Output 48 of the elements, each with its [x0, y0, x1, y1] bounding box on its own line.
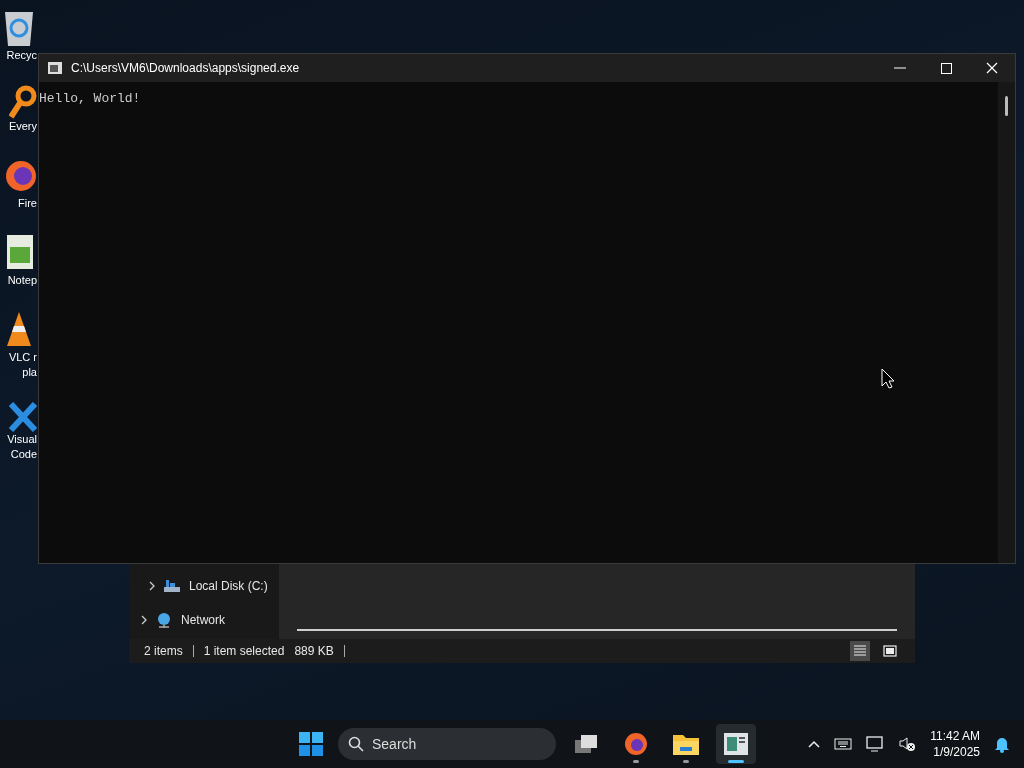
windows-stack-icon [573, 733, 599, 755]
bell-icon[interactable] [994, 735, 1010, 753]
desktop-icon-label[interactable]: pla [22, 365, 37, 380]
code-editor-icon [9, 402, 37, 432]
close-icon [986, 62, 998, 74]
details-view-button[interactable] [850, 641, 870, 661]
desktop-icon-label[interactable]: Recyc [6, 48, 37, 63]
horizontal-scrollbar[interactable] [297, 629, 897, 631]
console-output: Hello, World! [39, 91, 141, 106]
status-text: 1 item selected [203, 643, 285, 660]
chevron-right-icon[interactable] [149, 581, 155, 591]
clock-date[interactable]: 1/9/2025 [933, 744, 980, 760]
folder-icon [672, 732, 700, 756]
start-icon[interactable] [298, 731, 324, 757]
search-icon [348, 736, 364, 752]
app-window-icon [723, 732, 749, 756]
status-text: 889 KB [294, 643, 334, 660]
console-app-icon [47, 61, 63, 75]
nav-item[interactable]: Local Disk (C:) [189, 577, 268, 595]
desktop-icon-label[interactable]: Every [8, 119, 37, 134]
chevron-right-icon[interactable] [141, 615, 147, 625]
window-title: C:\Users\VM6\Downloads\apps\signed.exe [71, 60, 300, 77]
status-text: 2 items [144, 643, 183, 660]
nav-item[interactable]: Network [181, 611, 225, 629]
drive-icon [163, 579, 181, 593]
chevron-up-icon[interactable] [808, 740, 821, 748]
desktop-icon-label[interactable]: Notep [7, 273, 37, 288]
muted-speaker-icon[interactable] [898, 736, 917, 752]
clock-time[interactable]: 11:42 AM [930, 728, 980, 744]
maximize-icon [940, 62, 952, 74]
keyboard-icon[interactable] [834, 738, 853, 750]
magnifier-icon [9, 85, 37, 119]
desktop-icon-label[interactable]: Visual [7, 432, 37, 447]
desktop-icon-label[interactable]: VLC r [8, 350, 37, 365]
mouse-cursor-icon [881, 368, 895, 389]
list-icon [853, 645, 867, 657]
desktop-icon-label[interactable]: Fire [18, 196, 37, 211]
desktop-icon-label[interactable]: Code [10, 447, 37, 462]
preview-pane-icon [883, 645, 897, 657]
vertical-scrollbar[interactable] [998, 82, 1015, 563]
search-field[interactable]: Search [338, 728, 556, 760]
minimize-icon [894, 67, 906, 69]
taskbar-app-button[interactable] [716, 724, 756, 764]
search-input[interactable]: Search [372, 733, 522, 755]
network-globe-icon [155, 612, 173, 628]
monitor-icon[interactable] [866, 736, 885, 752]
scrollbar-thumb[interactable] [1005, 96, 1008, 116]
browser-icon [623, 731, 649, 757]
